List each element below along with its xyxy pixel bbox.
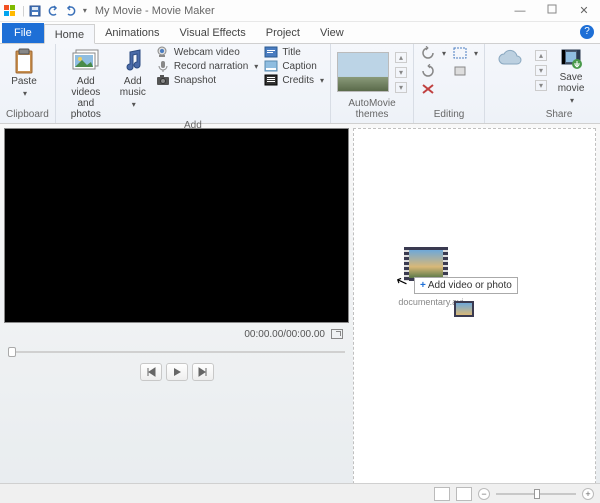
secondary-thumbnail-icon bbox=[454, 301, 474, 317]
menubar: File Home Animations Visual Effects Proj… bbox=[0, 22, 600, 44]
help-icon[interactable]: ? bbox=[580, 25, 594, 39]
chevron-down-icon: ▾ bbox=[132, 100, 136, 109]
titlebar: | ▾ My Movie - Movie Maker — ✕ bbox=[0, 0, 600, 22]
webcam-icon bbox=[156, 46, 170, 58]
seek-thumb[interactable] bbox=[8, 347, 16, 357]
photos-icon bbox=[71, 48, 101, 74]
ribbon-group-share: ▴ ▾ ▾ Save movie ▾ Sign in Share bbox=[485, 44, 600, 123]
ribbon: Paste ▾ Clipboard Add videos and photos … bbox=[0, 44, 600, 124]
title-icon bbox=[264, 46, 278, 58]
snapshot-button[interactable]: Snapshot bbox=[156, 74, 259, 86]
rotate-left-button[interactable]: ▾ bbox=[420, 46, 446, 60]
file-tab[interactable]: File bbox=[2, 23, 44, 43]
ribbon-group-add: Add videos and photos Add music ▾ Webcam… bbox=[56, 44, 331, 123]
chevron-down-icon: ▾ bbox=[570, 96, 574, 105]
group-label-clipboard: Clipboard bbox=[6, 109, 49, 121]
drop-tooltip: +Add video or photo bbox=[414, 277, 518, 294]
scroll-up-icon[interactable]: ▴ bbox=[395, 52, 407, 63]
time-display: 00:00.00/00:00.00 bbox=[244, 329, 325, 340]
credits-button[interactable]: Credits▾ bbox=[264, 74, 324, 86]
video-preview[interactable] bbox=[4, 128, 349, 323]
cloud-icon bbox=[496, 48, 524, 70]
seek-bar[interactable] bbox=[4, 345, 349, 359]
group-label-share: Share bbox=[491, 109, 600, 121]
select-all-button[interactable]: ▾ bbox=[452, 46, 478, 60]
view-mode-2-button[interactable] bbox=[456, 487, 472, 501]
expand-icon[interactable]: ▾ bbox=[395, 82, 407, 93]
chevron-down-icon: ▾ bbox=[23, 89, 27, 98]
tab-view[interactable]: View bbox=[310, 23, 354, 43]
preview-pane: 00:00.00/00:00.00 bbox=[4, 128, 349, 499]
tab-visual-effects[interactable]: Visual Effects bbox=[170, 23, 256, 43]
tab-home[interactable]: Home bbox=[44, 24, 95, 44]
film-save-icon bbox=[559, 48, 583, 70]
clipboard-icon bbox=[13, 48, 35, 74]
camera-icon bbox=[156, 74, 170, 86]
quick-access-toolbar: ▾ bbox=[29, 5, 87, 17]
microphone-icon bbox=[156, 60, 170, 72]
caption-button[interactable]: Caption bbox=[264, 60, 324, 72]
save-movie-button[interactable]: Save movie ▾ bbox=[553, 46, 589, 105]
minimize-button[interactable]: — bbox=[508, 5, 532, 17]
ribbon-group-clipboard: Paste ▾ Clipboard bbox=[0, 44, 56, 123]
add-videos-photos-button[interactable]: Add videos and photos bbox=[62, 46, 110, 120]
expand-icon[interactable]: ▾ bbox=[535, 80, 547, 91]
caption-icon bbox=[264, 60, 278, 72]
group-label-editing: Editing bbox=[420, 109, 478, 121]
window-title: My Movie - Movie Maker bbox=[95, 5, 215, 17]
remove-button[interactable] bbox=[420, 82, 446, 96]
scroll-down-icon[interactable]: ▾ bbox=[395, 67, 407, 78]
statusbar: − + bbox=[0, 483, 600, 503]
sign-in-button[interactable]: Sign in bbox=[595, 46, 600, 94]
tab-animations[interactable]: Animations bbox=[95, 23, 169, 43]
ribbon-group-automovie: ▴ ▾ ▾ AutoMovie themes bbox=[331, 44, 414, 123]
record-narration-button[interactable]: Record narration▾ bbox=[156, 60, 259, 72]
zoom-thumb[interactable] bbox=[534, 489, 540, 499]
zoom-in-button[interactable]: + bbox=[582, 488, 594, 500]
automovie-theme-thumb[interactable] bbox=[337, 52, 389, 92]
save-icon[interactable] bbox=[29, 5, 41, 17]
edit-tool-button[interactable] bbox=[452, 64, 478, 78]
tab-project[interactable]: Project bbox=[256, 23, 310, 43]
workspace: 00:00.00/00:00.00 ↖ +Add video or photo … bbox=[0, 124, 600, 503]
music-icon bbox=[122, 48, 144, 74]
prev-frame-button[interactable] bbox=[140, 363, 162, 381]
redo-icon[interactable] bbox=[65, 5, 77, 17]
storyboard-pane[interactable]: ↖ +Add video or photo documentary.avi bbox=[353, 128, 596, 499]
rotate-right-button[interactable] bbox=[420, 64, 446, 78]
zoom-out-button[interactable]: − bbox=[478, 488, 490, 500]
title-button[interactable]: Title bbox=[264, 46, 324, 58]
paste-button[interactable]: Paste ▾ bbox=[6, 46, 42, 98]
scroll-down-icon[interactable]: ▾ bbox=[535, 65, 547, 76]
qat-dropdown-icon[interactable]: ▾ bbox=[83, 6, 87, 15]
play-button[interactable] bbox=[166, 363, 188, 381]
group-label-automovie: AutoMovie themes bbox=[337, 98, 407, 121]
film-thumbnail-icon bbox=[404, 247, 448, 281]
qat-separator: | bbox=[22, 5, 25, 17]
credits-icon bbox=[264, 74, 278, 86]
view-mode-1-button[interactable] bbox=[434, 487, 450, 501]
ribbon-group-editing: ▾ ▾ Editing bbox=[414, 44, 485, 123]
maximize-button[interactable] bbox=[540, 4, 564, 17]
app-icon bbox=[4, 5, 16, 17]
next-frame-button[interactable] bbox=[192, 363, 214, 381]
undo-icon[interactable] bbox=[47, 5, 59, 17]
share-cloud-button[interactable] bbox=[491, 46, 529, 70]
add-music-button[interactable]: Add music ▾ bbox=[116, 46, 150, 109]
close-button[interactable]: ✕ bbox=[572, 4, 596, 17]
plus-icon: + bbox=[420, 280, 426, 291]
dragged-clip[interactable] bbox=[404, 247, 448, 281]
scroll-up-icon[interactable]: ▴ bbox=[535, 50, 547, 61]
webcam-video-button[interactable]: Webcam video bbox=[156, 46, 259, 58]
fullscreen-icon[interactable] bbox=[331, 329, 343, 339]
zoom-slider[interactable] bbox=[496, 493, 576, 495]
